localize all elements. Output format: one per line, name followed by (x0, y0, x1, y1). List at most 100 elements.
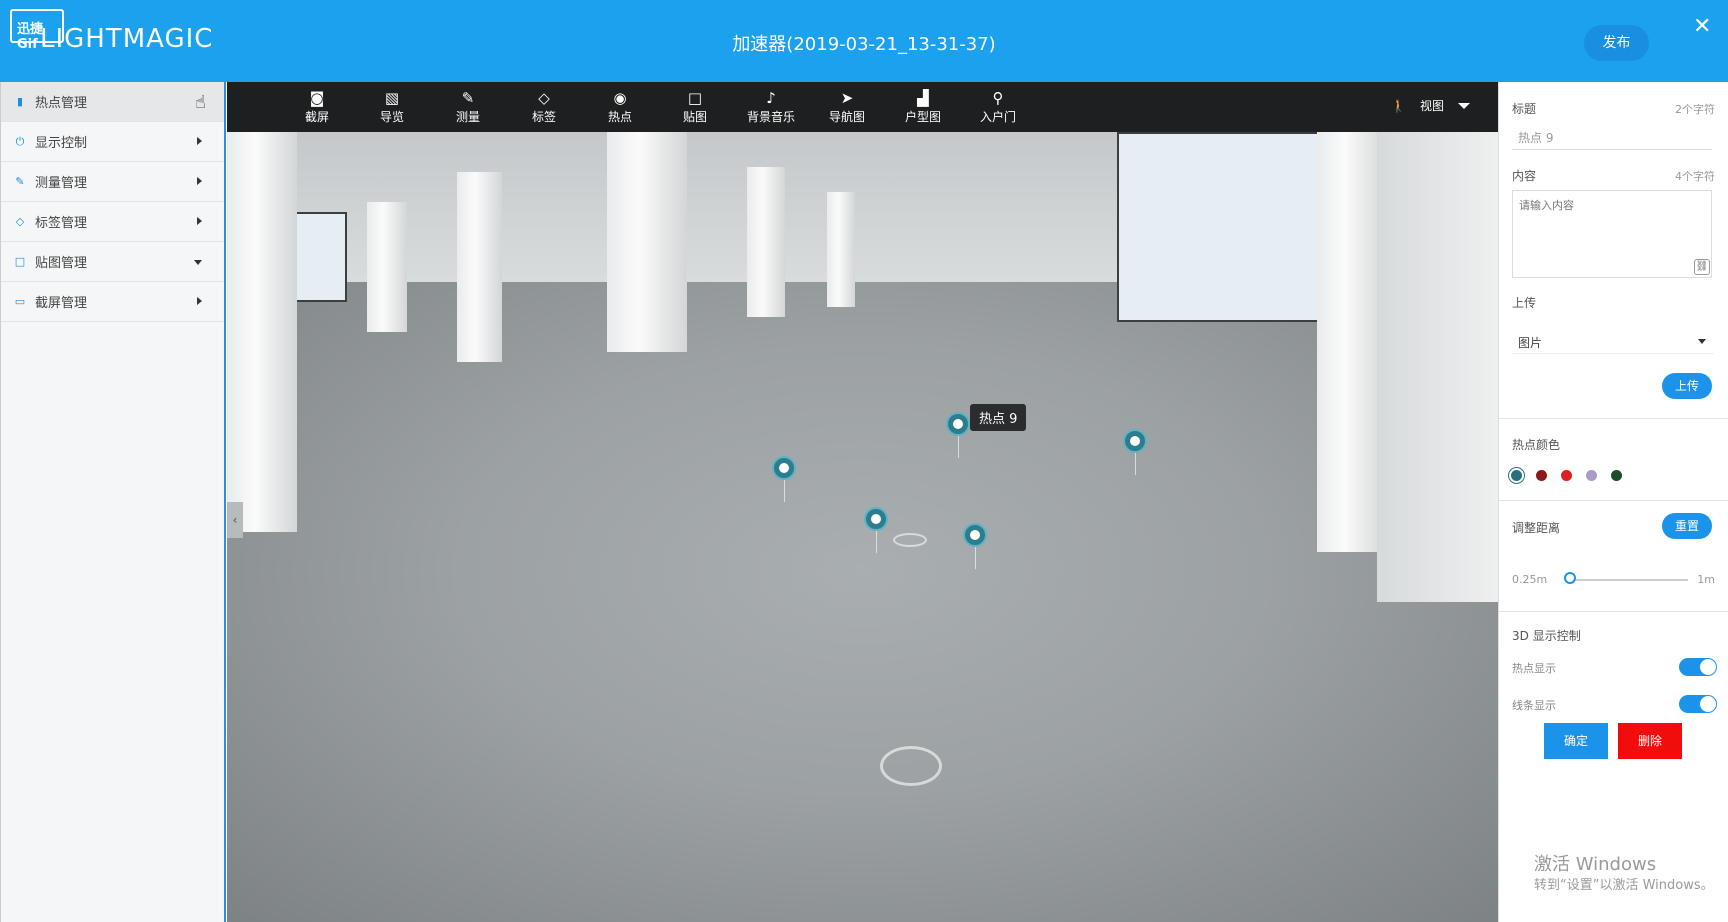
confirm-button[interactable]: 确定 (1544, 723, 1608, 759)
hotspot-stem (958, 436, 959, 458)
tag-icon: ◇ (15, 215, 25, 228)
hotspot-display-toggle[interactable] (1679, 658, 1717, 676)
title-input[interactable] (1512, 126, 1712, 150)
tool-navigation-map[interactable]: ➤ 导航图 (817, 88, 877, 125)
reset-button[interactable]: 重置 (1662, 513, 1712, 539)
tool-guide[interactable]: ▧ 导览 (362, 88, 422, 125)
sidebar-item-display-control[interactable]: ⏻ 显示控制 (1, 122, 224, 162)
upload-label: 上传 (1512, 296, 1537, 310)
app-header: 迅捷Gif LIGHTMAGIC 加速器(2019-03-21_13-31-37… (0, 0, 1728, 82)
divider (1499, 611, 1728, 612)
distance-slider-handle[interactable] (1564, 572, 1576, 584)
hotspot-marker[interactable] (963, 523, 987, 547)
line-display-toggle[interactable] (1679, 695, 1717, 713)
walk-icon: 🚶 (1391, 98, 1406, 113)
hotspot-marker[interactable] (1123, 429, 1147, 453)
scene-pillar (747, 167, 785, 317)
sidebar-item-hotspot-management[interactable]: ▮ 热点管理 ☝ (1, 82, 224, 122)
divider (1499, 418, 1728, 419)
sidebar-item-label: 贴图管理 (35, 256, 88, 271)
sidebar-item-label: 标签管理 (35, 216, 88, 231)
sidebar-item-label: 测量管理 (35, 176, 88, 191)
hotspot-marker[interactable] (772, 456, 796, 480)
hand-cursor-icon: ☝ (195, 92, 206, 113)
collapse-sidebar-button[interactable]: ‹ (227, 502, 243, 538)
close-icon[interactable]: ✕ (1693, 14, 1711, 39)
sidebar-item-tag-management[interactable]: ◇ 标签管理 (1, 202, 224, 242)
hotspot-properties-panel: 标题 2个字符 内容 4个字符 ⛓ 上传 图片 上传 热点颜色 调整距离 重置 … (1498, 82, 1728, 922)
sidebar-item-label: 热点管理 (35, 96, 88, 111)
color-swatch-dark-red[interactable] (1536, 470, 1547, 481)
color-swatch-lavender[interactable] (1586, 470, 1597, 481)
hotspot-stem (975, 547, 976, 569)
chevron-down-icon (194, 260, 202, 265)
slider-min-label: 0.25m (1512, 573, 1548, 586)
chevron-right-icon (197, 217, 202, 225)
delete-button[interactable]: 删除 (1618, 723, 1682, 759)
link-icon[interactable]: ⛓ (1694, 259, 1710, 275)
select-value: 图片 (1518, 336, 1543, 350)
tag-icon: ◇ (538, 89, 550, 107)
page-title: 加速器(2019-03-21_13-31-37) (732, 34, 996, 55)
tool-screenshot[interactable]: ◙ 截屏 (287, 88, 347, 125)
square-icon: □ (687, 89, 703, 107)
hotspot-marker[interactable] (946, 412, 970, 436)
sidebar-item-label: 显示控制 (35, 136, 88, 151)
scene-pillar (827, 192, 855, 307)
chevron-down-icon (1458, 102, 1470, 109)
camera-icon: ◙ (309, 89, 325, 107)
navigation-icon: ➤ (840, 89, 854, 107)
sidebar: ▮ 热点管理 ☝ ⏻ 显示控制 ✎ 测量管理 ◇ 标签管理 □ 贴图管理 ▭ 截… (0, 82, 226, 922)
music-icon: ♪ (766, 89, 776, 107)
panorama-viewer[interactable]: ◙ 截屏 ▧ 导览 ✎ 测量 ◇ 标签 ◉ 热点 □ 贴图 ♪ 背景音乐 ➤ 导 (227, 82, 1498, 922)
floor-ring[interactable] (880, 746, 942, 786)
tool-entrance[interactable]: ⚲ 入户门 (968, 88, 1028, 125)
tool-tag[interactable]: ◇ 标签 (514, 88, 574, 125)
chevron-down-icon (1698, 339, 1706, 344)
sidebar-item-label: 截屏管理 (35, 296, 88, 311)
color-swatch-red[interactable] (1561, 470, 1572, 481)
tool-measure[interactable]: ✎ 测量 (438, 88, 498, 125)
windows-activation-hint: 转到“设置”以激活 Windows。 (1534, 878, 1714, 893)
hotspot-stem (784, 480, 785, 502)
tool-floor-plan[interactable]: ▟ 户型图 (893, 88, 953, 125)
color-swatch-teal[interactable] (1511, 470, 1522, 481)
line-display-label: 线条显示 (1512, 699, 1556, 712)
viewer-toolbar: ◙ 截屏 ▧ 导览 ✎ 测量 ◇ 标签 ◉ 热点 □ 贴图 ♪ 背景音乐 ➤ 导 (227, 82, 1498, 132)
content-char-count: 4个字符 (1675, 170, 1715, 183)
panorama-scene[interactable]: ‹ 热点 9 (227, 132, 1498, 922)
screen-icon: ▭ (14, 295, 26, 308)
floor-ring[interactable] (893, 533, 927, 547)
hotspot-color-label: 热点颜色 (1512, 438, 1561, 452)
bar-chart-icon: ▮ (16, 95, 24, 108)
sidebar-item-sticker-management[interactable]: □ 贴图管理 (1, 242, 224, 282)
divider (1499, 500, 1728, 501)
tool-background-music[interactable]: ♪ 背景音乐 (741, 88, 801, 125)
title-char-count: 2个字符 (1675, 103, 1715, 116)
color-swatch-dark-green[interactable] (1611, 470, 1622, 481)
tool-hotspot[interactable]: ◉ 热点 (590, 88, 650, 125)
slider-max-label: 1m (1697, 573, 1715, 586)
sidebar-item-screenshot-management[interactable]: ▭ 截屏管理 (1, 282, 224, 322)
chevron-right-icon (197, 297, 202, 305)
content-textarea[interactable] (1512, 190, 1712, 278)
scene-pillar (367, 202, 407, 332)
scene-pillar (607, 132, 687, 352)
upload-button[interactable]: 上传 (1662, 373, 1712, 399)
windows-activation-watermark: 激活 Windows (1534, 854, 1657, 875)
publish-button[interactable]: 发布 (1584, 25, 1649, 61)
hotspot-tooltip: 热点 9 (970, 404, 1027, 431)
sidebar-item-measure-management[interactable]: ✎ 测量管理 (1, 162, 224, 202)
target-icon: ◉ (613, 89, 627, 107)
hotspot-marker[interactable] (864, 507, 888, 531)
view-dropdown[interactable]: 🚶 视图 (1391, 97, 1470, 114)
pencil-icon: ✎ (461, 89, 475, 107)
tool-sticker[interactable]: □ 贴图 (665, 88, 725, 125)
hotspot-stem (876, 531, 877, 553)
chevron-right-icon (197, 177, 202, 185)
image-icon: ▧ (384, 89, 400, 107)
distance-slider-track[interactable] (1568, 579, 1688, 581)
power-icon: ⏻ (15, 134, 25, 148)
3d-display-label: 3D 显示控制 (1512, 629, 1581, 643)
upload-type-select[interactable]: 图片 (1512, 328, 1714, 354)
